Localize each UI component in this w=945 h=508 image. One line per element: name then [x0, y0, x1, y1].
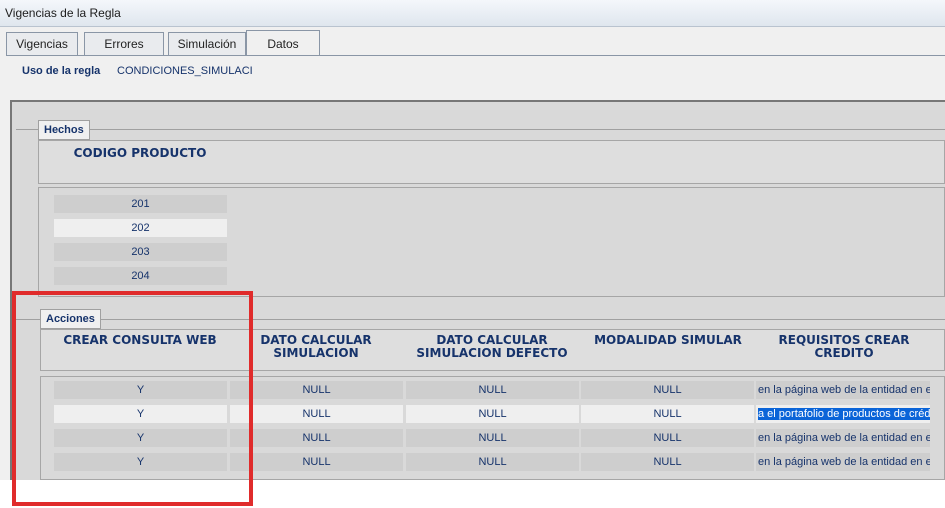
acciones-cell-requisitos[interactable]: en la página web de la entidad en el [756, 381, 930, 399]
acciones-separator [16, 319, 945, 320]
tab-simulacion[interactable]: Simulación [168, 32, 246, 56]
acciones-cell-crear-consulta[interactable]: Y [54, 429, 227, 447]
uso-regla-label: Uso de la regla [22, 65, 101, 77]
window-titlebar: Vigencias de la Regla [0, 0, 945, 27]
acciones-cell-modalidad[interactable]: NULL [581, 453, 754, 471]
tab-divider [6, 55, 945, 56]
acciones-column-requisitos-crear-credito: REQUISITOS CREAR CREDITO [756, 334, 932, 360]
acciones-column-modalidad-simular: MODALIDAD SIMULAR [580, 334, 756, 347]
tab-errores[interactable]: Errores [84, 32, 164, 56]
column-title-line2: SIMULACION [273, 346, 359, 360]
acciones-cell-crear-consulta[interactable]: Y [54, 405, 227, 423]
hechos-column-codigo-producto: CODIGO PRODUCTO [73, 146, 207, 160]
column-title-line2: SIMULACION DEFECTO [416, 346, 568, 360]
hechos-header: Hechos [38, 120, 90, 140]
canvas-bottom [0, 480, 945, 508]
acciones-column-crear-consulta-web: CREAR CONSULTA WEB [52, 334, 228, 347]
acciones-cell-dato-calcular[interactable]: NULL [230, 405, 403, 423]
acciones-cell-dato-calcular[interactable]: NULL [230, 453, 403, 471]
acciones-cell-crear-consulta[interactable]: Y [54, 453, 227, 471]
hechos-row-cell[interactable]: 203 [54, 243, 227, 261]
acciones-cell-modalidad[interactable]: NULL [581, 405, 754, 423]
hechos-separator [16, 129, 945, 130]
column-title-line1: CREAR CONSULTA WEB [63, 333, 217, 347]
acciones-cell-dato-calcular[interactable]: NULL [230, 429, 403, 447]
window-title: Vigencias de la Regla [5, 6, 121, 20]
acciones-cell-crear-consulta[interactable]: Y [54, 381, 227, 399]
hechos-row-cell[interactable]: 201 [54, 195, 227, 213]
acciones-header: Acciones [40, 309, 101, 329]
hechos-row-cell[interactable]: 204 [54, 267, 227, 285]
column-title-line1: MODALIDAD SIMULAR [594, 333, 742, 347]
acciones-cell-dato-defecto[interactable]: NULL [406, 429, 579, 447]
acciones-cell-dato-defecto[interactable]: NULL [406, 453, 579, 471]
hechos-row-cell[interactable]: 202 [54, 219, 227, 237]
tab-vigencias[interactable]: Vigencias [6, 32, 78, 56]
acciones-cell-dato-defecto[interactable]: NULL [406, 381, 579, 399]
acciones-cell-dato-calcular[interactable]: NULL [230, 381, 403, 399]
column-title-line2: CREDITO [814, 346, 874, 360]
acciones-cell-requisitos[interactable]: en la página web de la entidad en el [756, 429, 930, 447]
acciones-column-dato-calcular-simulacion-defecto: DATO CALCULAR SIMULACION DEFECTO [404, 334, 580, 360]
tab-datos[interactable]: Datos [246, 30, 320, 56]
acciones-cell-requisitos-selected[interactable]: a el portafolio de productos de crédito [756, 405, 930, 423]
acciones-cell-requisitos[interactable]: en la página web de la entidad en el [756, 453, 930, 471]
acciones-cell-modalidad[interactable]: NULL [581, 381, 754, 399]
acciones-cell-dato-defecto[interactable]: NULL [406, 405, 579, 423]
selected-text: a el portafolio de productos de crédito [758, 408, 930, 420]
acciones-cell-modalidad[interactable]: NULL [581, 429, 754, 447]
uso-regla-value: CONDICIONES_SIMULACI [117, 65, 253, 77]
acciones-column-dato-calcular-simulacion: DATO CALCULAR SIMULACION [228, 334, 404, 360]
